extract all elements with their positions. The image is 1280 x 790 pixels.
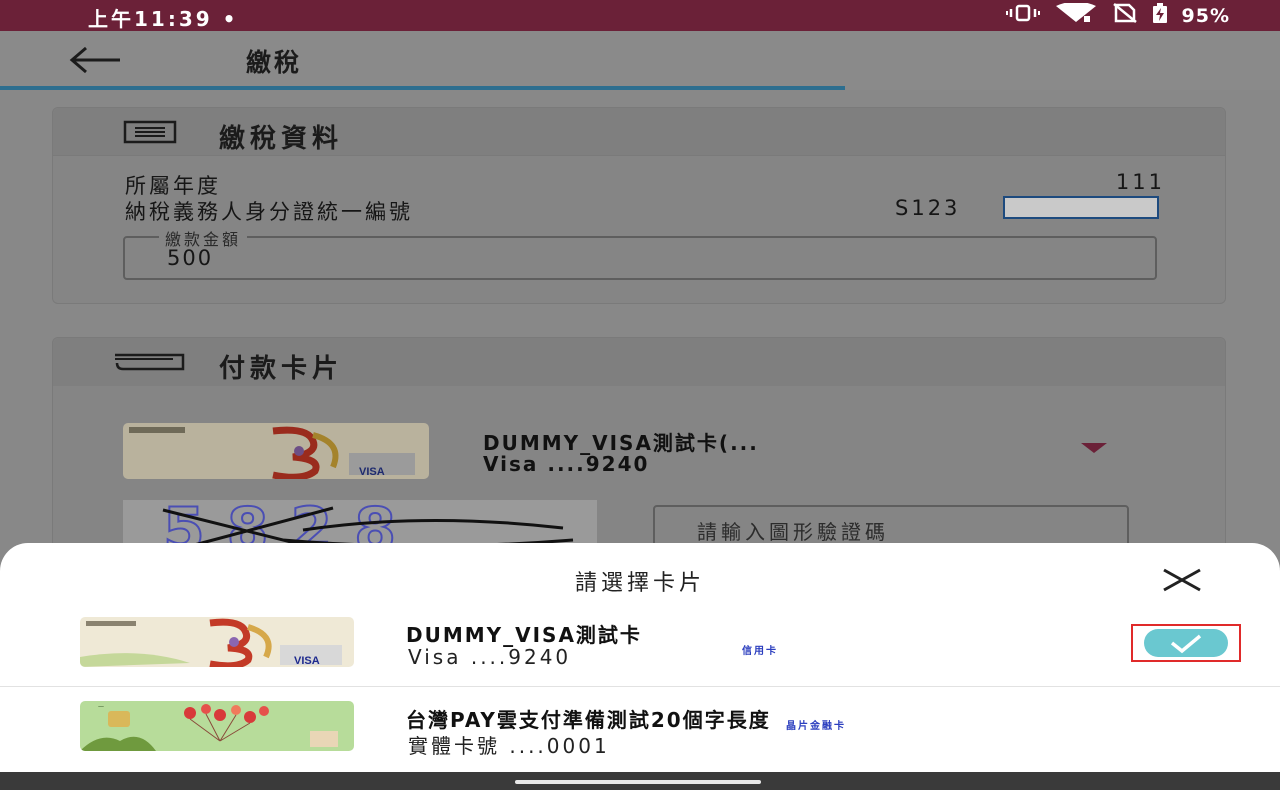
payment-card-title: 付款卡片 xyxy=(219,354,344,384)
tax-info-card: 繳稅資料 所屬年度 111 納稅義務人身分證統一編號 S123 繳款金額 500 xyxy=(52,107,1226,304)
battery-percent: 95% xyxy=(1181,4,1230,27)
svg-text:一: 一 xyxy=(98,705,104,711)
arrow-left-icon xyxy=(69,46,120,74)
selected-highlight xyxy=(1131,624,1241,662)
selected-card-image: VISA xyxy=(123,423,429,479)
card-option-type: 信用卡 xyxy=(742,646,778,657)
check-icon[interactable] xyxy=(1144,629,1228,657)
svg-text:VISA: VISA xyxy=(359,466,385,478)
system-nav-bar xyxy=(0,772,1280,790)
taxpayer-id-value: S123 xyxy=(895,196,961,220)
back-button[interactable] xyxy=(66,43,122,77)
card-option-taiwan-pay[interactable]: 一 台灣PAY雲支付準備測試20個字長度 實體卡號 ....0001 晶片金融卡 xyxy=(0,688,1280,772)
captcha-placeholder: 請輸入圖形驗證碼 xyxy=(697,520,889,544)
battery-icon xyxy=(1152,3,1168,28)
step-progress-fill xyxy=(0,86,845,90)
status-time: 上午11:39 • xyxy=(88,7,239,31)
home-handle[interactable] xyxy=(515,780,761,784)
card-option-dummy-visa[interactable]: VISA DUMMY_VISA測試卡 Visa ....9240 信用卡 xyxy=(0,603,1280,687)
card-picker-sheet: 請選擇卡片 VISA DUMMY_VISA測試卡 Visa ....9240 信… xyxy=(0,543,1280,790)
page-title: 繳稅 xyxy=(246,48,303,77)
amount-field[interactable]: 繳款金額 500 xyxy=(123,226,1157,280)
card-image: VISA xyxy=(80,617,354,667)
receipt-icon xyxy=(123,120,177,148)
amount-value: 500 xyxy=(167,246,214,270)
payment-card-header: 付款卡片 xyxy=(53,338,1225,386)
step-progress xyxy=(0,86,1280,90)
card-option-name: 台灣PAY雲支付準備測試20個字長度 xyxy=(406,708,771,732)
sheet-title: 請選擇卡片 xyxy=(574,571,705,596)
card-option-name: DUMMY_VISA測試卡 xyxy=(406,623,642,647)
no-sim-icon xyxy=(1112,3,1138,28)
wifi-icon xyxy=(1054,1,1098,28)
close-icon xyxy=(1163,568,1201,592)
vibrate-icon xyxy=(1005,4,1040,27)
card-icon xyxy=(113,351,187,377)
card-option-type: 晶片金融卡 xyxy=(786,721,846,732)
card-option-number: 實體卡號 ....0001 xyxy=(408,734,610,758)
status-bar: 上午11:39 • 95% xyxy=(0,0,1280,31)
app-bar: 繳稅 xyxy=(0,31,1280,89)
tax-info-header: 繳稅資料 xyxy=(53,108,1225,156)
close-button[interactable] xyxy=(1158,567,1206,593)
status-icons: 95% xyxy=(1005,1,1230,28)
svg-text:VISA: VISA xyxy=(294,655,320,667)
tax-info-title: 繳稅資料 xyxy=(219,124,344,154)
tax-year-value: 111 xyxy=(1115,170,1165,194)
card-option-number: Visa ....9240 xyxy=(408,645,572,669)
triangle-down-icon[interactable] xyxy=(1081,443,1107,453)
card-image: 一 xyxy=(80,701,354,751)
selected-card-number: Visa ....9240 xyxy=(483,452,650,476)
taxpayer-id-label: 納稅義務人身分證統一編號 xyxy=(125,200,413,224)
taxpayer-id-mask xyxy=(1003,196,1159,219)
